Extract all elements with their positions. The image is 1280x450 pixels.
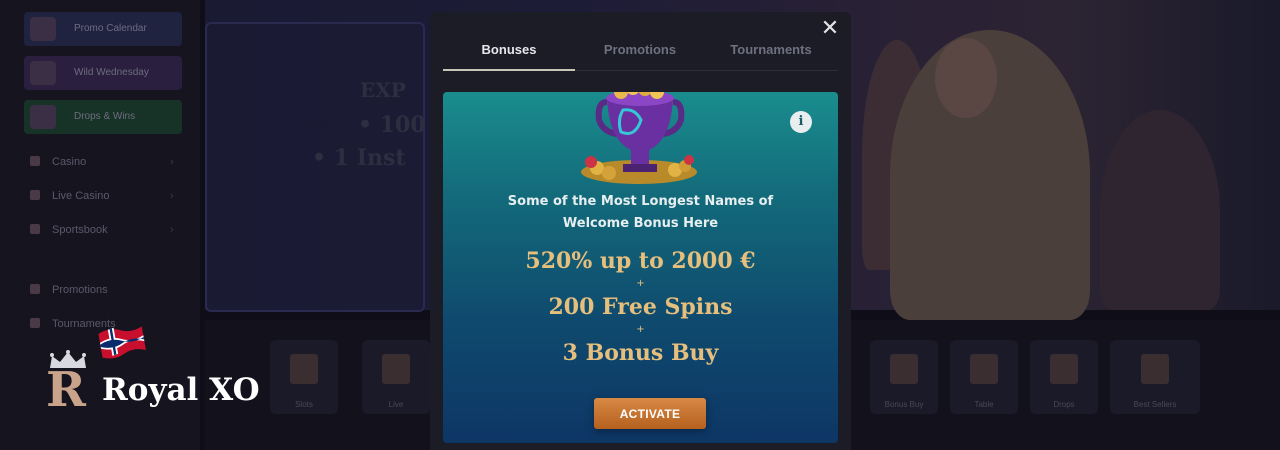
brand-name: Royal XO [102,372,260,408]
norway-flag-icon [98,326,146,359]
bonus-offer-line: 520% up to 2000 € [525,248,756,274]
background-game-tile: Best Sellers [1110,340,1200,414]
background-promo-label: Promo Calendar [74,23,147,34]
welcome-bonus-card: i Some of the Most Longest Names of Welc… [443,92,838,443]
background-game-tile: Bonus Buy [870,340,938,414]
royal-xo-logo: R Royal XO [46,322,286,422]
background-promo-calendar: Promo Calendar [24,12,182,46]
bonus-title: Some of the Most Longest Names of Welcom… [507,194,774,231]
background-banner-text: • 1 Inst [312,145,406,171]
modal-tabs: Bonuses Promotions Tournaments [443,34,838,71]
background-menu-item: Casino › [30,156,174,168]
tab-promotions[interactable]: Promotions [574,42,706,57]
activate-button[interactable]: ACTIVATE [594,398,706,429]
background-promo-drops: Drops & Wins [24,100,182,134]
background-menu-item: Live Casino › [30,190,174,202]
tab-tournaments[interactable]: Tournaments [705,42,837,57]
active-tab-indicator [443,69,575,71]
background-promo-label: Wild Wednesday [74,67,149,78]
bonus-modal: ✕ Bonuses Promotions Tournaments i Some … [430,12,851,450]
bonus-offer-line: 3 Bonus Buy [562,340,719,366]
background-promo-wednesday: Wild Wednesday [24,56,182,90]
background-banner-text: EXP [360,78,406,102]
background-game-tile: Live [362,340,430,414]
trophy-with-coins-icon [581,92,697,184]
info-icon[interactable]: i [790,111,812,133]
background-menu-item: Promotions [30,284,108,296]
background-person [1100,110,1220,310]
bonus-plus-separator: + [636,324,645,335]
bonus-plus-separator: + [636,278,645,289]
tab-bonuses[interactable]: Bonuses [443,42,575,57]
bonus-offer-line: 200 Free Spins [548,294,733,320]
background-banner-text: • 100 [358,112,426,138]
logo-monogram: R [46,362,86,418]
background-promo-label: Drops & Wins [74,111,136,122]
background-person-head [935,38,997,118]
background-game-tile: Table [950,340,1018,414]
background-menu-item: Sportsbook › [30,224,174,236]
background-game-tile: Drops [1030,340,1098,414]
